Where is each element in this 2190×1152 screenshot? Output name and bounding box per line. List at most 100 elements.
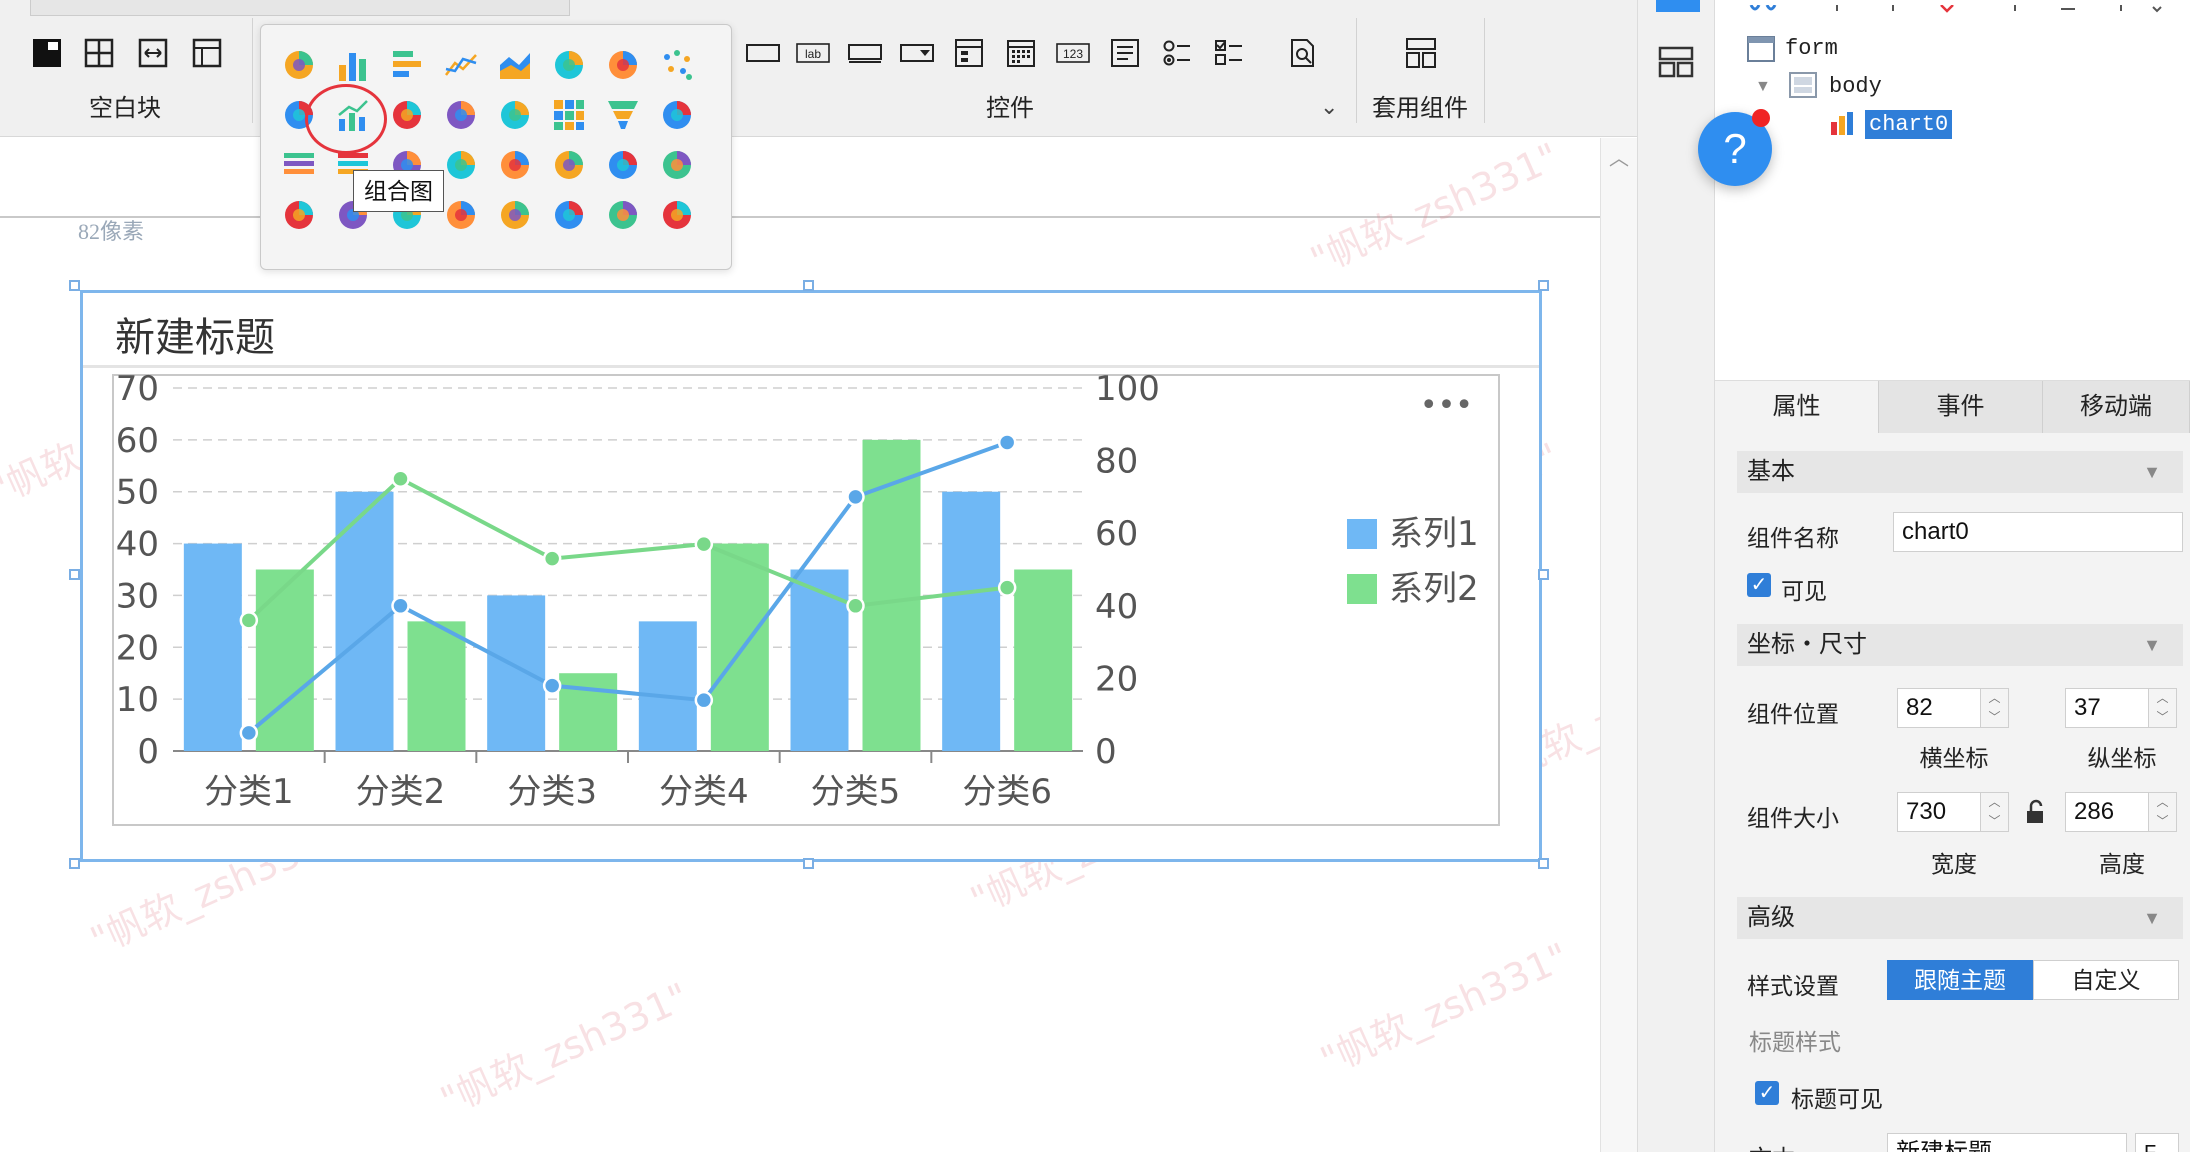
tree-node-chart0[interactable]: chart0 (1865, 110, 1953, 139)
checkbox-group-icon[interactable] (1212, 36, 1246, 70)
number-control-icon[interactable]: 123 (1056, 36, 1090, 70)
resize-handle-w[interactable] (69, 569, 80, 580)
watermark: "帆软_zsh331" (1313, 934, 1576, 1083)
resize-handle-nw[interactable] (69, 280, 80, 291)
dashboard-icon[interactable] (659, 97, 695, 133)
location-map-icon[interactable] (659, 147, 695, 183)
layer-map-icon[interactable] (659, 197, 695, 233)
unlock-icon[interactable] (2025, 799, 2047, 825)
template-component-icon[interactable] (1404, 36, 1438, 70)
file-search-icon[interactable] (1286, 36, 1320, 70)
tab-block-icon[interactable] (82, 36, 116, 70)
horizontal-bar-icon[interactable] (389, 47, 425, 83)
title-text-input[interactable]: 新建标题 (1887, 1133, 2127, 1152)
ring-progress-icon[interactable] (551, 147, 587, 183)
pie-chart-icon[interactable] (281, 47, 317, 83)
area-chart-icon[interactable] (497, 47, 533, 83)
tree-node-body[interactable]: body (1829, 74, 1882, 99)
chart-widget-chart0[interactable]: 新建标题 70 60 50 40 30 20 10 0 100 80 60 40 20 0 分类1 分类2 分类… (80, 290, 1542, 862)
tree-expand-icon[interactable]: ▼ (1755, 78, 1771, 96)
multi-ring-icon[interactable] (605, 197, 641, 233)
style-follow-theme-button[interactable]: 跟随主题 (1887, 960, 2033, 1000)
heatmap-chart-icon[interactable] (551, 97, 587, 133)
x-coordinate-caption: 横坐标 (1919, 745, 1989, 771)
line-chart-icon[interactable] (443, 47, 479, 83)
toolbar-group-blank-label: 空白块 (89, 95, 161, 122)
absolute-block-icon[interactable] (30, 36, 64, 70)
form-node-icon (1747, 36, 1775, 62)
position-x-stepper[interactable]: ︿ ﹀ (1981, 688, 2009, 728)
table-chart-icon[interactable] (281, 147, 317, 183)
globe-region-icon[interactable] (497, 97, 533, 133)
y-coordinate-caption: 纵坐标 (2087, 745, 2157, 771)
funnel-chart-icon[interactable] (605, 97, 641, 133)
dropdown-control-icon[interactable] (900, 36, 934, 70)
text-field-icon[interactable] (746, 36, 780, 70)
height-stepper[interactable]: ︿ ﹀ (2149, 792, 2177, 832)
height-input[interactable]: 286 (2065, 792, 2149, 832)
layout-panel-icon[interactable] (1658, 46, 1694, 78)
section-basic[interactable]: 基本 ▼ (1737, 451, 2183, 493)
bar-chart-icon[interactable] (335, 47, 371, 83)
bar-2 (710, 543, 769, 751)
resize-handle-e[interactable] (1538, 569, 1549, 580)
width-input[interactable]: 730 (1897, 792, 1981, 832)
donut-chart-icon[interactable] (389, 97, 425, 133)
tree-toolbar-icons (1745, 0, 2165, 13)
tab-properties[interactable]: 属性 (1715, 381, 1879, 433)
design-canvas[interactable]: 82像素 "帆软_zsh331" "帆软_zsh331" "帆软_zsh331"… (0, 138, 1600, 1152)
candlestick-icon[interactable] (443, 147, 479, 183)
gauge-chart-icon[interactable] (551, 47, 587, 83)
scatter-chart-icon[interactable] (659, 47, 695, 83)
tab-events[interactable]: 事件 (1879, 381, 2043, 433)
chart-type-tooltip: 组合图 (353, 170, 444, 212)
date-control-icon[interactable] (1004, 36, 1038, 70)
dropdown-tree-icon[interactable] (952, 36, 986, 70)
formula-button[interactable]: F (2135, 1133, 2179, 1152)
wave-chart-icon[interactable] (605, 147, 641, 183)
style-custom-button[interactable]: 自定义 (2033, 960, 2179, 1000)
textarea-control-icon[interactable] (1108, 36, 1142, 70)
canvas-vertical-scrollbar[interactable]: ︿ (1600, 138, 1637, 1152)
chevron-down-icon[interactable]: ⌄ (1320, 94, 1338, 120)
position-x-input[interactable]: 82 (1897, 688, 1981, 728)
radio-group-icon[interactable] (1160, 36, 1194, 70)
y-right-tick-label: 60 (1095, 514, 1138, 554)
resize-handle-se[interactable] (1538, 858, 1549, 869)
toolbar-separator (252, 18, 253, 123)
y-right-tick-label: 0 (1095, 732, 1117, 772)
map-chart-icon[interactable] (443, 97, 479, 133)
resize-handle-ne[interactable] (1538, 280, 1549, 291)
line-point (846, 487, 865, 507)
section-advanced[interactable]: 高级 ▼ (1737, 897, 2183, 939)
position-y-input[interactable]: 37 (2065, 688, 2149, 728)
toolbar-group-controls: lab 123 控件 ⌄ (730, 0, 1350, 137)
width-stepper[interactable]: ︿ ﹀ (1981, 792, 2009, 832)
visible-checkbox[interactable]: ✓ (1747, 573, 1771, 597)
x-category-label: 分类5 (811, 772, 901, 812)
grid-block-icon[interactable] (190, 36, 224, 70)
number-gauge-icon[interactable] (497, 197, 533, 233)
resize-handle-sw[interactable] (69, 858, 80, 869)
button-control-icon[interactable] (848, 36, 882, 70)
visible-label: 可见 (1781, 578, 1827, 604)
scroll-up-icon[interactable]: ︿ (1609, 142, 1629, 171)
component-name-input[interactable]: chart0 (1893, 512, 2183, 552)
toolbar-separator (1356, 18, 1357, 123)
tab-mobile[interactable]: 移动端 (2043, 381, 2190, 433)
title-visible-checkbox[interactable]: ✓ (1755, 1081, 1779, 1105)
ring-dial-icon[interactable] (551, 197, 587, 233)
horizontal-block-icon[interactable] (136, 36, 170, 70)
frame-chart-icon[interactable] (497, 147, 533, 183)
globe-icon[interactable] (281, 197, 317, 233)
side-tab-active-indicator[interactable] (1656, 0, 1700, 12)
tree-node-form[interactable]: form (1785, 36, 1838, 61)
section-coords-size[interactable]: 坐标・尺寸 ▼ (1737, 624, 2183, 666)
radar-chart-icon[interactable] (605, 47, 641, 83)
more-options-icon[interactable]: ••• (1420, 388, 1473, 423)
label-icon[interactable]: lab (796, 36, 830, 70)
resize-handle-n[interactable] (803, 280, 814, 291)
word-cloud-icon[interactable] (443, 197, 479, 233)
resize-handle-s[interactable] (803, 858, 814, 869)
position-y-stepper[interactable]: ︿ ﹀ (2149, 688, 2177, 728)
